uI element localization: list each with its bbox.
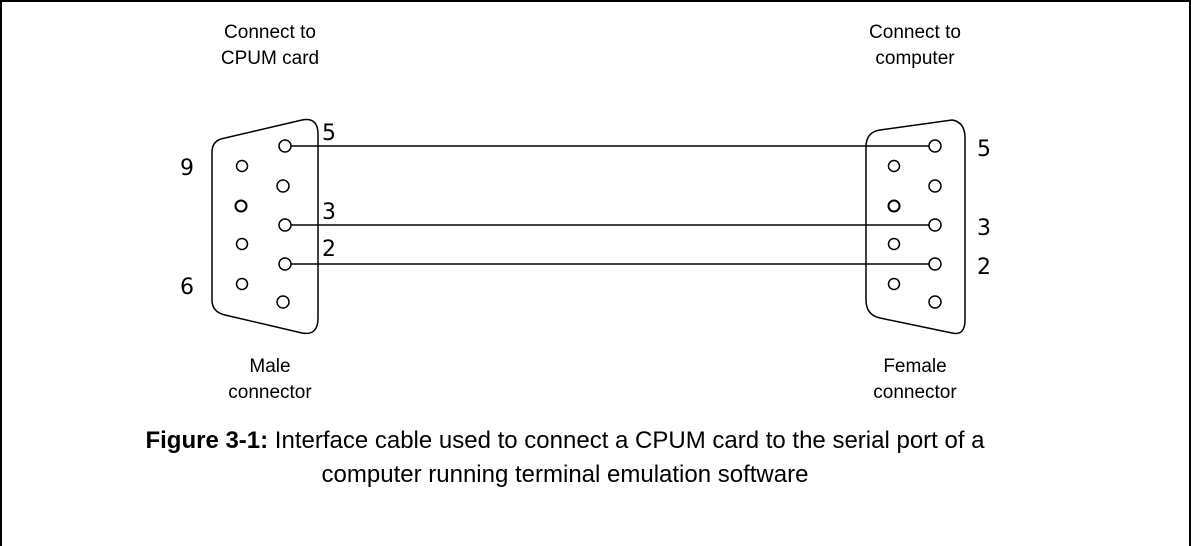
female-pin-8 xyxy=(887,199,901,213)
right-bottom-label-line1: Female xyxy=(883,356,947,377)
caption-text-line1: Interface cable used to connect a CPUM c… xyxy=(268,427,985,454)
left-top-label-line2: CPUM card xyxy=(220,48,320,69)
female-pin-5 xyxy=(928,139,942,153)
right-top-label-line1: Connect to xyxy=(869,22,961,43)
left-bottom-label-line2: connector xyxy=(228,382,312,403)
left-pin-label-3: 3 xyxy=(322,200,336,225)
left-pin-label-5: 5 xyxy=(322,121,336,146)
male-pin-7 xyxy=(235,237,249,251)
female-pin-3 xyxy=(928,218,942,232)
male-pin-1 xyxy=(276,295,290,309)
left-pin-label-6: 6 xyxy=(180,275,194,300)
caption-text-line2: computer running terminal emulation soft… xyxy=(321,461,809,488)
male-pin-3 xyxy=(278,218,292,232)
male-pin-6 xyxy=(235,277,249,291)
right-bottom-label: Female connector xyxy=(835,354,995,406)
male-pin-2 xyxy=(278,257,292,271)
left-top-label: Connect to CPUM card xyxy=(190,20,350,72)
male-pin-8 xyxy=(234,199,248,213)
right-top-label: Connect to computer xyxy=(835,20,995,72)
left-pin-label-2: 2 xyxy=(322,237,336,262)
figure-number: Figure 3-1: xyxy=(145,427,269,454)
left-pin-label-9: 9 xyxy=(180,156,194,181)
female-pin-4 xyxy=(928,179,942,193)
female-connector-shell xyxy=(865,119,966,335)
male-pin-5 xyxy=(278,139,292,153)
male-pin-9 xyxy=(235,159,249,173)
right-pin-label-3: 3 xyxy=(977,216,991,241)
left-bottom-label-line1: Male xyxy=(249,356,291,377)
male-pin-4 xyxy=(276,179,290,193)
figure-caption: Figure 3-1: Interface cable used to conn… xyxy=(60,424,1070,492)
left-bottom-label: Male connector xyxy=(190,354,350,406)
right-top-label-line2: computer xyxy=(875,48,955,69)
female-pin-7 xyxy=(887,237,901,251)
right-pin-label-2: 2 xyxy=(977,255,991,280)
left-top-label-line1: Connect to xyxy=(224,22,316,43)
female-pin-2 xyxy=(928,257,942,271)
right-pin-label-5: 5 xyxy=(977,137,991,162)
female-pin-6 xyxy=(887,277,901,291)
female-pin-9 xyxy=(887,159,901,173)
female-pin-1 xyxy=(928,295,942,309)
caption-line1: Figure 3-1: Interface cable used to conn… xyxy=(60,424,1070,458)
right-bottom-label-line2: connector xyxy=(873,382,957,403)
male-connector-shell xyxy=(211,118,319,335)
